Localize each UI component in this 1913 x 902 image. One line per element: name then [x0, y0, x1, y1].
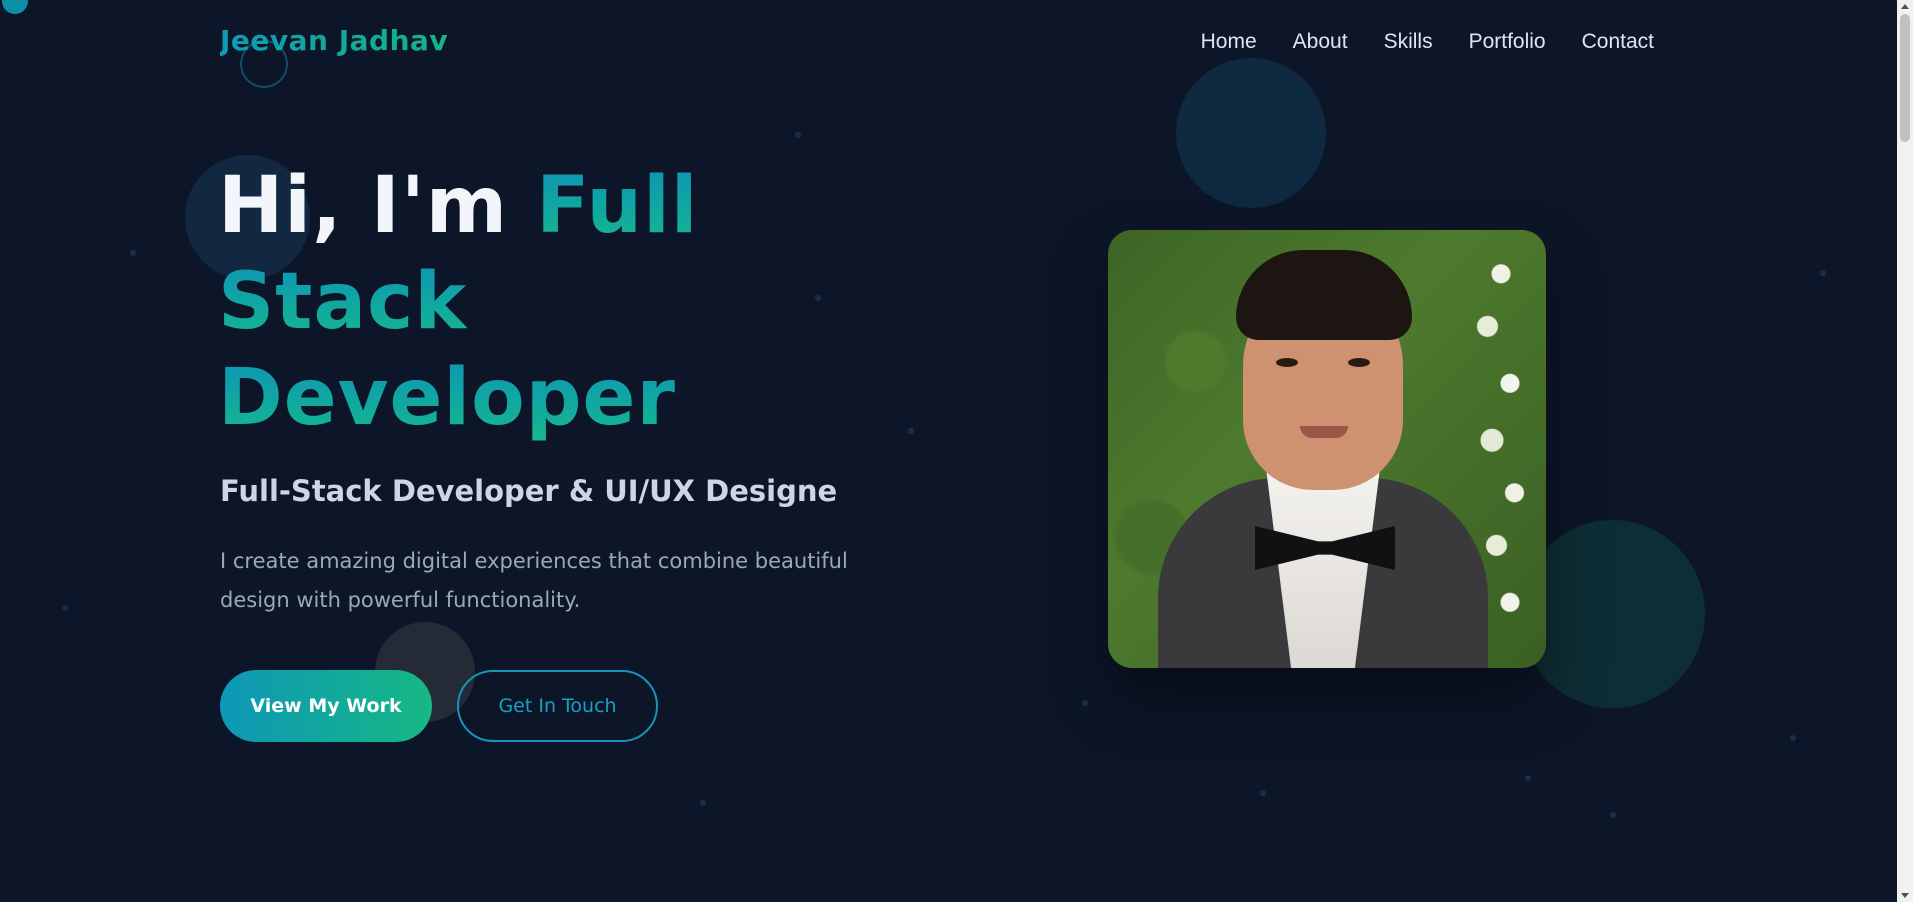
- hero-title-accent-developer: Developer: [218, 353, 676, 443]
- hero-title-greeting: Hi, I'm: [218, 161, 537, 251]
- decor-dot: [1260, 790, 1266, 796]
- hero-title-accent-stack: Stack: [218, 257, 468, 347]
- decor-dot: [1610, 812, 1616, 818]
- top-nav: Jeevan Jadhav Home About Skills Portfoli…: [0, 0, 1897, 86]
- decor-dot: [700, 800, 706, 806]
- decor-dot: [1525, 775, 1531, 781]
- decor-dot: [62, 605, 68, 611]
- photo-eye-left: [1276, 358, 1298, 367]
- decor-dot: [1082, 700, 1088, 706]
- photo-mouth: [1300, 426, 1348, 438]
- decor-circle-right: [1520, 520, 1705, 708]
- nav-link-home[interactable]: Home: [1201, 30, 1257, 54]
- nav-link-skills[interactable]: Skills: [1384, 30, 1433, 54]
- profile-photo: [1108, 230, 1546, 668]
- scroll-up-arrow-icon[interactable]: [1901, 4, 1909, 9]
- decor-dot: [795, 132, 801, 138]
- nav-link-portfolio[interactable]: Portfolio: [1469, 30, 1546, 54]
- scroll-down-arrow-icon[interactable]: [1901, 893, 1909, 898]
- nav-links: Home About Skills Portfolio Contact: [1201, 30, 1654, 54]
- decor-dot: [1790, 735, 1796, 741]
- photo-eye-right: [1348, 358, 1370, 367]
- decor-dot: [1820, 270, 1826, 276]
- photo-hair: [1236, 250, 1412, 340]
- hero-title-accent-full: Full: [536, 161, 699, 251]
- scroll-thumb[interactable]: [1900, 14, 1910, 142]
- decor-dot: [130, 250, 136, 256]
- view-my-work-button[interactable]: View My Work: [220, 670, 432, 742]
- hero-title: Hi, I'm Full Stack Developer: [218, 158, 938, 446]
- site-logo[interactable]: Jeevan Jadhav: [220, 24, 448, 57]
- get-in-touch-button[interactable]: Get In Touch: [457, 670, 658, 742]
- hero-description: I create amazing digital experiences tha…: [220, 549, 848, 612]
- page-scrollbar[interactable]: [1897, 0, 1913, 902]
- hero-subtitle: Full-Stack Developer & UI/UX Designe: [220, 474, 838, 508]
- nav-link-about[interactable]: About: [1293, 30, 1348, 54]
- nav-link-contact[interactable]: Contact: [1582, 30, 1654, 54]
- page: Jeevan Jadhav Home About Skills Portfoli…: [0, 0, 1913, 902]
